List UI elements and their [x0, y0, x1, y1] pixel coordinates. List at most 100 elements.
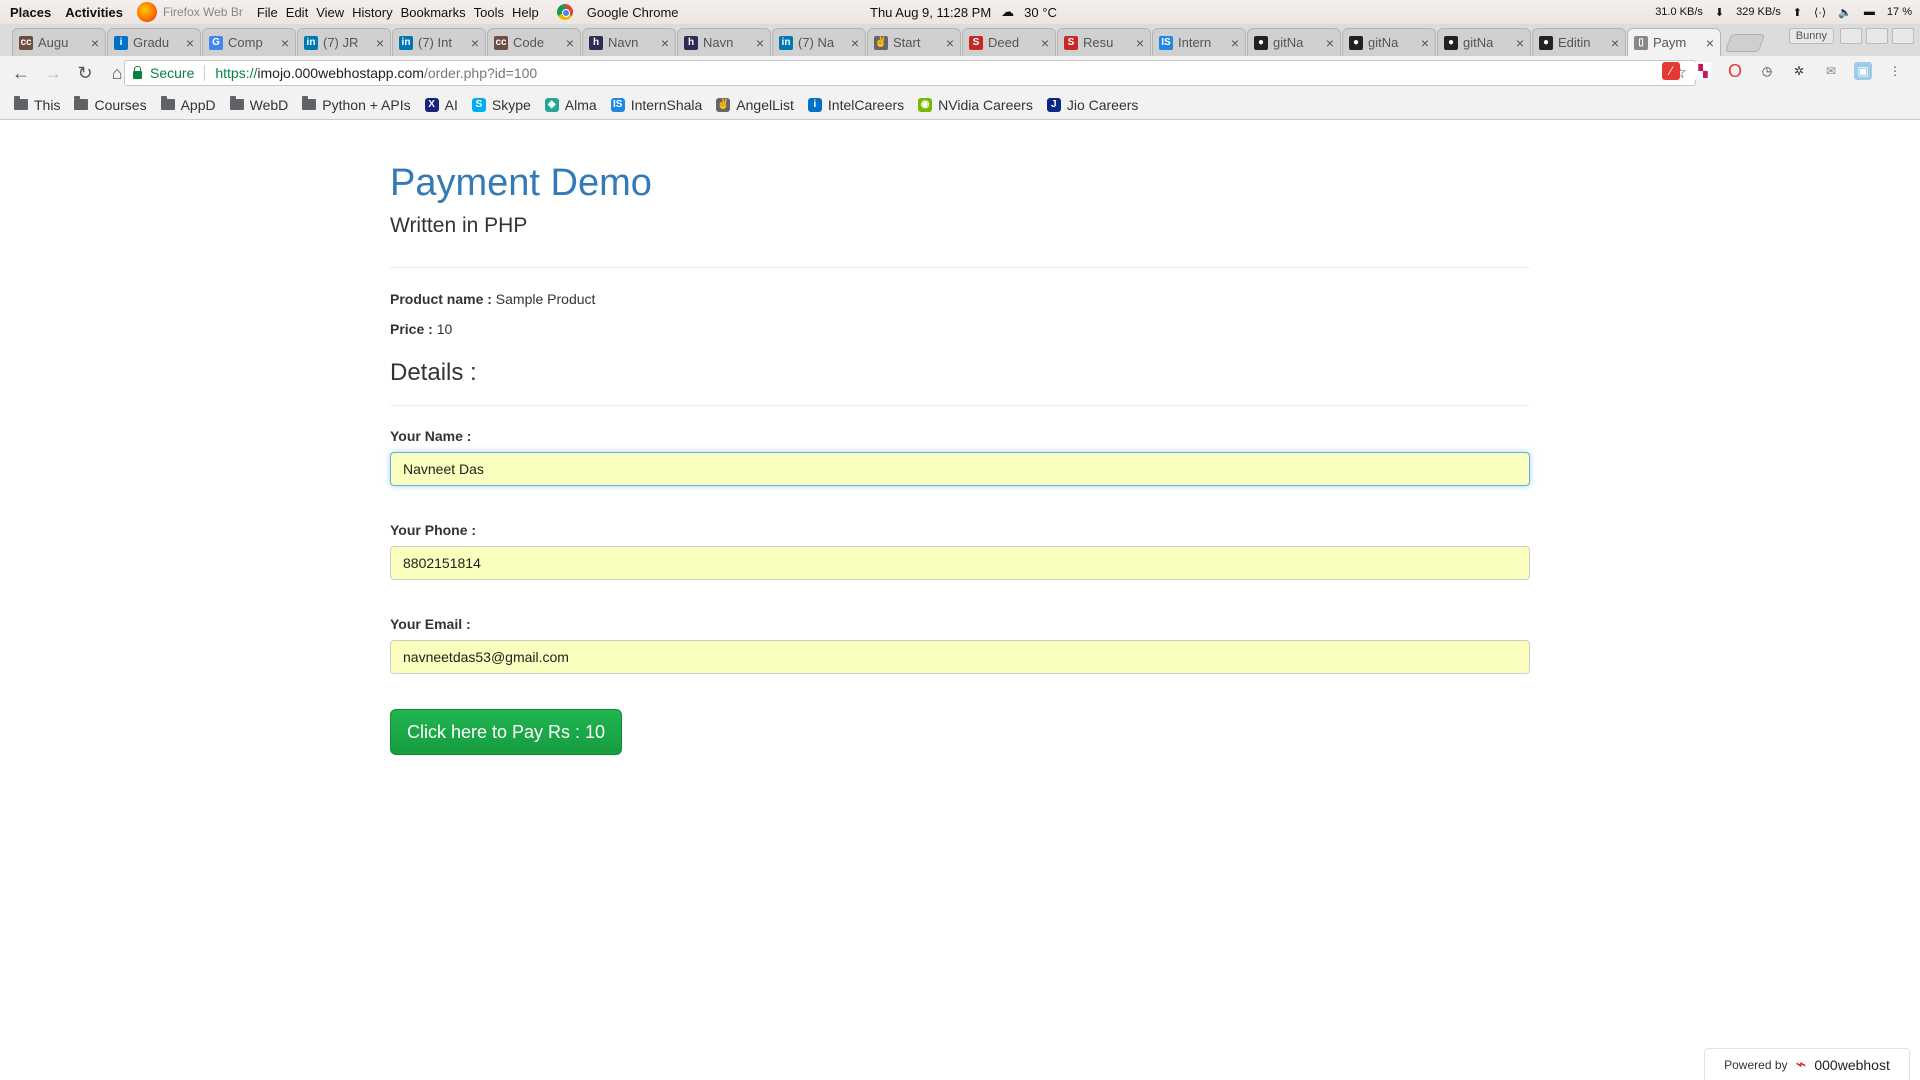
close-icon[interactable]: ×: [756, 35, 764, 51]
bookmark-item[interactable]: Courses: [74, 96, 147, 113]
tab[interactable]: h Navn ×: [677, 28, 771, 56]
opera-extension-icon[interactable]: O: [1726, 62, 1744, 80]
close-icon[interactable]: ×: [1421, 35, 1429, 51]
battery-icon[interactable]: ▬: [1864, 6, 1875, 18]
bookmark-item[interactable]: ◉ NVidia Careers: [918, 97, 1033, 113]
menu-history[interactable]: History: [352, 5, 392, 20]
bookmark-item[interactable]: S Skype: [471, 97, 531, 113]
menu-view[interactable]: View: [316, 5, 344, 20]
bookmark-item[interactable]: Python + APIs: [302, 96, 411, 113]
menu-tools[interactable]: Tools: [474, 5, 504, 20]
bookmark-item[interactable]: ◆ Alma: [544, 97, 597, 113]
bookmark-item[interactable]: IS InternShala: [610, 97, 702, 113]
maximize-button[interactable]: [1866, 28, 1888, 44]
tab[interactable]: in (7) JR ×: [297, 28, 391, 56]
profile-button[interactable]: Bunny: [1788, 28, 1834, 44]
close-icon[interactable]: ×: [1516, 35, 1524, 51]
folder-icon: [302, 96, 317, 110]
close-icon[interactable]: ×: [851, 35, 859, 51]
tab-title: Resu: [1083, 35, 1114, 50]
clock-area[interactable]: Thu Aug 9, 11:28 PM ☁ 30 °C: [870, 0, 1057, 24]
tab-title: Intern: [1178, 35, 1212, 50]
menu-help[interactable]: Help: [512, 5, 539, 20]
tab[interactable]: ● gitNa ×: [1342, 28, 1436, 56]
network-icon[interactable]: ⟨·⟩: [1814, 6, 1826, 19]
close-icon[interactable]: ×: [1706, 35, 1714, 51]
close-icon[interactable]: ×: [91, 35, 99, 51]
forward-arrow-icon[interactable]: →: [44, 63, 62, 84]
close-icon[interactable]: ×: [946, 35, 954, 51]
close-icon[interactable]: ×: [281, 35, 289, 51]
bookmark-item[interactable]: J Jio Careers: [1046, 97, 1138, 113]
close-icon[interactable]: ×: [566, 35, 574, 51]
bookmark-item[interactable]: i IntelCareers: [807, 97, 904, 113]
tab[interactable]: ● gitNa ×: [1437, 28, 1531, 56]
close-icon[interactable]: ×: [1611, 35, 1619, 51]
tab[interactable]: IS Intern ×: [1152, 28, 1246, 56]
phone-field[interactable]: [390, 546, 1530, 580]
bookmark-label: WebD: [249, 96, 289, 113]
bookmark-item[interactable]: WebD: [229, 96, 289, 113]
jio-icon: J: [1046, 97, 1061, 112]
tab-title: (7) Int: [418, 35, 452, 50]
pay-button[interactable]: Click here to Pay Rs : 10: [390, 709, 622, 755]
divider: [390, 405, 1530, 406]
menu-file[interactable]: File: [257, 5, 278, 20]
places-menu[interactable]: Places: [10, 5, 51, 20]
new-tab-button[interactable]: [1724, 34, 1766, 52]
tab[interactable]: S Deed ×: [962, 28, 1056, 56]
tab[interactable]: in (7) Na ×: [772, 28, 866, 56]
fan-extension-icon[interactable]: ✲: [1790, 62, 1808, 80]
tab[interactable]: cc Code ×: [487, 28, 581, 56]
divider: [390, 267, 1530, 268]
minimize-button[interactable]: [1840, 28, 1862, 44]
color-extension-icon[interactable]: ▚: [1694, 62, 1712, 80]
reload-icon[interactable]: ↻: [76, 63, 94, 84]
close-icon[interactable]: ×: [1231, 35, 1239, 51]
close-icon[interactable]: ×: [186, 35, 194, 51]
chrome-icon: [556, 4, 573, 20]
back-arrow-icon[interactable]: ←: [12, 63, 30, 84]
tab[interactable]: ● gitNa ×: [1247, 28, 1341, 56]
close-icon[interactable]: ×: [661, 35, 669, 51]
close-icon[interactable]: ×: [471, 35, 479, 51]
tab[interactable]: in (7) Int ×: [392, 28, 486, 56]
price-label: Price :: [390, 321, 433, 337]
tab-active[interactable]: ▯ Paym ×: [1627, 28, 1721, 56]
powered-by-label: Powered by: [1724, 1057, 1788, 1072]
app-menu[interactable]: Firefox Web Br: [137, 2, 243, 22]
active-app-indicator[interactable]: Google Chrome: [556, 4, 679, 20]
tab[interactable]: G Comp ×: [202, 28, 296, 56]
email-field[interactable]: [390, 640, 1530, 674]
tab[interactable]: cc Augu ×: [12, 28, 106, 56]
close-icon[interactable]: ×: [1326, 35, 1334, 51]
volume-icon[interactable]: 🔈: [1838, 6, 1852, 19]
close-icon[interactable]: ×: [1041, 35, 1049, 51]
tab-title: Navn: [703, 35, 734, 50]
chrome-menu-icon[interactable]: ⋮: [1886, 62, 1904, 80]
close-icon[interactable]: ×: [1136, 35, 1144, 51]
hackerrank-icon: h: [684, 35, 698, 50]
close-window-button[interactable]: [1892, 28, 1914, 44]
bookmark-item[interactable]: This: [14, 96, 60, 113]
menu-bookmarks[interactable]: Bookmarks: [401, 5, 466, 20]
menu-edit[interactable]: Edit: [286, 5, 308, 20]
address-bar[interactable]: Secure https:// imojo.000webhostapp.com …: [124, 60, 1696, 86]
activities-button[interactable]: Activities: [65, 5, 123, 20]
screenshot-extension-icon[interactable]: ▣: [1854, 62, 1872, 80]
bookmark-item[interactable]: X AI: [424, 97, 458, 113]
tab[interactable]: i Gradu ×: [107, 28, 201, 56]
close-icon[interactable]: ×: [376, 35, 384, 51]
powered-by-badge[interactable]: Powered by ⌁ 000webhost: [1704, 1048, 1910, 1080]
tab[interactable]: S Resu ×: [1057, 28, 1151, 56]
tab[interactable]: ✌ Start ×: [867, 28, 961, 56]
tab[interactable]: ● Editin ×: [1532, 28, 1626, 56]
name-field[interactable]: [390, 452, 1530, 486]
clock-extension-icon[interactable]: ◷: [1758, 62, 1776, 80]
bookmark-item[interactable]: AppD: [160, 96, 216, 113]
mail-extension-icon[interactable]: ✉: [1822, 62, 1840, 80]
bookmark-item[interactable]: ✌ AngelList: [716, 97, 794, 113]
internshala-icon: IS: [610, 97, 625, 112]
tab[interactable]: h Navn ×: [582, 28, 676, 56]
pdf-extension-icon[interactable]: ⁄: [1662, 62, 1680, 80]
